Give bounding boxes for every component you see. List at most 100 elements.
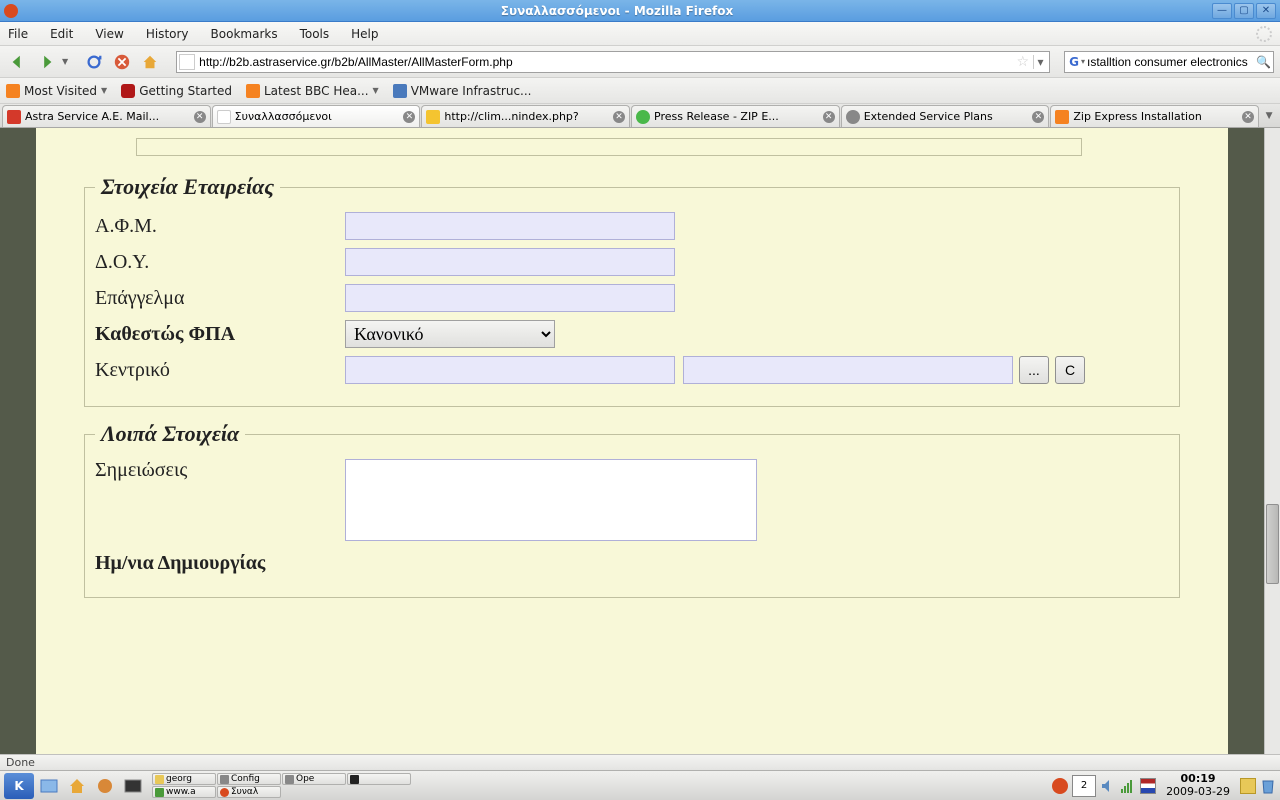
task-item[interactable]: Config [217, 773, 281, 785]
bookmark-bbc[interactable]: Latest BBC Hea...▼ [246, 84, 379, 98]
search-input[interactable] [1085, 55, 1256, 69]
close-window-button[interactable]: ✕ [1256, 3, 1276, 19]
forward-button[interactable] [34, 50, 58, 74]
close-tab-icon[interactable]: ✕ [613, 111, 625, 123]
globe-icon [155, 788, 164, 797]
label-doy: Δ.Ο.Υ. [95, 251, 345, 274]
search-bar[interactable]: G ▾ 🔍 [1064, 51, 1274, 73]
lookup-button[interactable]: ... [1019, 356, 1049, 384]
bookmark-vmware[interactable]: VMware Infrastruc... [393, 84, 532, 98]
task-item[interactable]: georg [152, 773, 216, 785]
google-icon[interactable]: G [1067, 55, 1081, 69]
task-item[interactable]: www.a [152, 786, 216, 798]
window-titlebar: Συναλλασσόμενοι - Mozilla Firefox — ▢ ✕ [0, 0, 1280, 22]
page-icon [217, 110, 231, 124]
menu-view[interactable]: View [95, 27, 123, 41]
quicklaunch-terminal[interactable] [120, 773, 146, 799]
select-vat-status[interactable]: Κανονικό [345, 320, 555, 348]
navigation-toolbar: ▼ ☆ ▾ G ▾ 🔍 [0, 46, 1280, 78]
globe-icon [636, 110, 650, 124]
chevron-down-icon: ▼ [101, 86, 107, 95]
volume-icon[interactable] [1100, 778, 1116, 794]
menu-file[interactable]: File [8, 27, 28, 41]
quicklaunch-home[interactable] [64, 773, 90, 799]
scrollbar-thumb[interactable] [1266, 504, 1279, 584]
page-favicon [179, 54, 195, 70]
firefox-tray-icon[interactable] [1052, 778, 1068, 794]
tab-clim[interactable]: http://clim...nindex.php?✕ [421, 105, 630, 127]
menu-history[interactable]: History [146, 27, 189, 41]
app-icon [285, 775, 294, 784]
blogger-icon [1055, 110, 1069, 124]
close-tab-icon[interactable]: ✕ [1242, 111, 1254, 123]
label-notes: Σημειώσεις [95, 459, 345, 482]
input-job[interactable] [345, 284, 675, 312]
tab-press-release[interactable]: Press Release - ZIP E...✕ [631, 105, 840, 127]
url-dropdown-icon[interactable]: ▾ [1033, 55, 1047, 69]
quicklaunch-desktop[interactable] [36, 773, 62, 799]
firefox-icon [220, 788, 229, 797]
label-afm: Α.Φ.Μ. [95, 215, 345, 238]
kmenu-button[interactable]: K [4, 773, 34, 799]
input-doy[interactable] [345, 248, 675, 276]
bookmark-getting-started[interactable]: Getting Started [121, 84, 232, 98]
status-bar: Done [0, 754, 1280, 770]
window-title: Συναλλασσόμενοι - Mozilla Firefox [24, 4, 1210, 18]
home-button[interactable] [138, 50, 162, 74]
url-input[interactable] [199, 55, 1016, 69]
close-tab-icon[interactable]: ✕ [1032, 111, 1044, 123]
task-item[interactable] [347, 773, 411, 785]
tab-astra-mail[interactable]: Astra Service A.E. Mail...✕ [2, 105, 211, 127]
tab-synallassomenoi[interactable]: Συναλλασσόμενοι✕ [212, 105, 421, 127]
menu-bookmarks[interactable]: Bookmarks [211, 27, 278, 41]
trash-icon[interactable] [1260, 778, 1276, 794]
terminal-icon [350, 775, 359, 784]
input-afm[interactable] [345, 212, 675, 240]
browser-viewport: Στοιχεία Εταιρείας Α.Φ.Μ. Δ.Ο.Υ. Επάγγελ… [0, 128, 1280, 754]
gmail-icon [7, 110, 21, 124]
task-item[interactable]: Ope [282, 773, 346, 785]
throbber-icon [1256, 26, 1272, 42]
tab-zip-express[interactable]: Zip Express Installation✕ [1050, 105, 1259, 127]
tab-list-dropdown[interactable]: ▼ [1260, 105, 1278, 127]
quicklaunch-system[interactable] [92, 773, 118, 799]
url-bar[interactable]: ☆ ▾ [176, 51, 1050, 73]
task-item[interactable]: Συναλ [217, 786, 281, 798]
label-job: Επάγγελμα [95, 287, 345, 310]
nav-history-dropdown[interactable]: ▼ [62, 57, 68, 66]
bookmark-star-icon[interactable]: ☆ [1016, 54, 1029, 70]
legend-company-info: Στοιχεία Εταιρείας [95, 174, 280, 200]
stop-button[interactable] [110, 50, 134, 74]
desktop-pager[interactable]: 2 [1072, 775, 1096, 797]
reload-button[interactable] [82, 50, 106, 74]
search-go-icon[interactable]: 🔍 [1256, 55, 1271, 69]
clear-button[interactable]: C [1055, 356, 1085, 384]
vertical-scrollbar[interactable] [1264, 128, 1280, 754]
input-central-code[interactable] [345, 356, 675, 384]
vmware-icon [393, 84, 407, 98]
close-tab-icon[interactable]: ✕ [823, 111, 835, 123]
network-icon[interactable] [1120, 778, 1136, 794]
menu-edit[interactable]: Edit [50, 27, 73, 41]
textarea-notes[interactable] [345, 459, 757, 541]
input-central-name[interactable] [683, 356, 1013, 384]
bookmark-most-visited[interactable]: Most Visited▼ [6, 84, 107, 98]
close-tab-icon[interactable]: ✕ [194, 111, 206, 123]
menu-help[interactable]: Help [351, 27, 378, 41]
menu-bar: File Edit View History Bookmarks Tools H… [0, 22, 1280, 46]
clock[interactable]: 00:19 2009-03-29 [1166, 773, 1230, 797]
menu-tools[interactable]: Tools [300, 27, 330, 41]
fieldset-company-info: Στοιχεία Εταιρείας Α.Φ.Μ. Δ.Ο.Υ. Επάγγελ… [84, 174, 1180, 407]
bookmarks-toolbar: Most Visited▼ Getting Started Latest BBC… [0, 78, 1280, 104]
keyboard-layout-icon[interactable] [1140, 778, 1156, 794]
close-tab-icon[interactable]: ✕ [403, 111, 415, 123]
maximize-button[interactable]: ▢ [1234, 3, 1254, 19]
klipper-icon[interactable] [1240, 778, 1256, 794]
star-icon [426, 110, 440, 124]
minimize-button[interactable]: — [1212, 3, 1232, 19]
tab-bar: Astra Service A.E. Mail...✕ Συναλλασσόμε… [0, 104, 1280, 128]
tab-extended-service[interactable]: Extended Service Plans✕ [841, 105, 1050, 127]
system-tray: 2 00:19 2009-03-29 [1052, 773, 1276, 797]
chevron-down-icon: ▼ [373, 86, 379, 95]
back-button[interactable] [6, 50, 30, 74]
